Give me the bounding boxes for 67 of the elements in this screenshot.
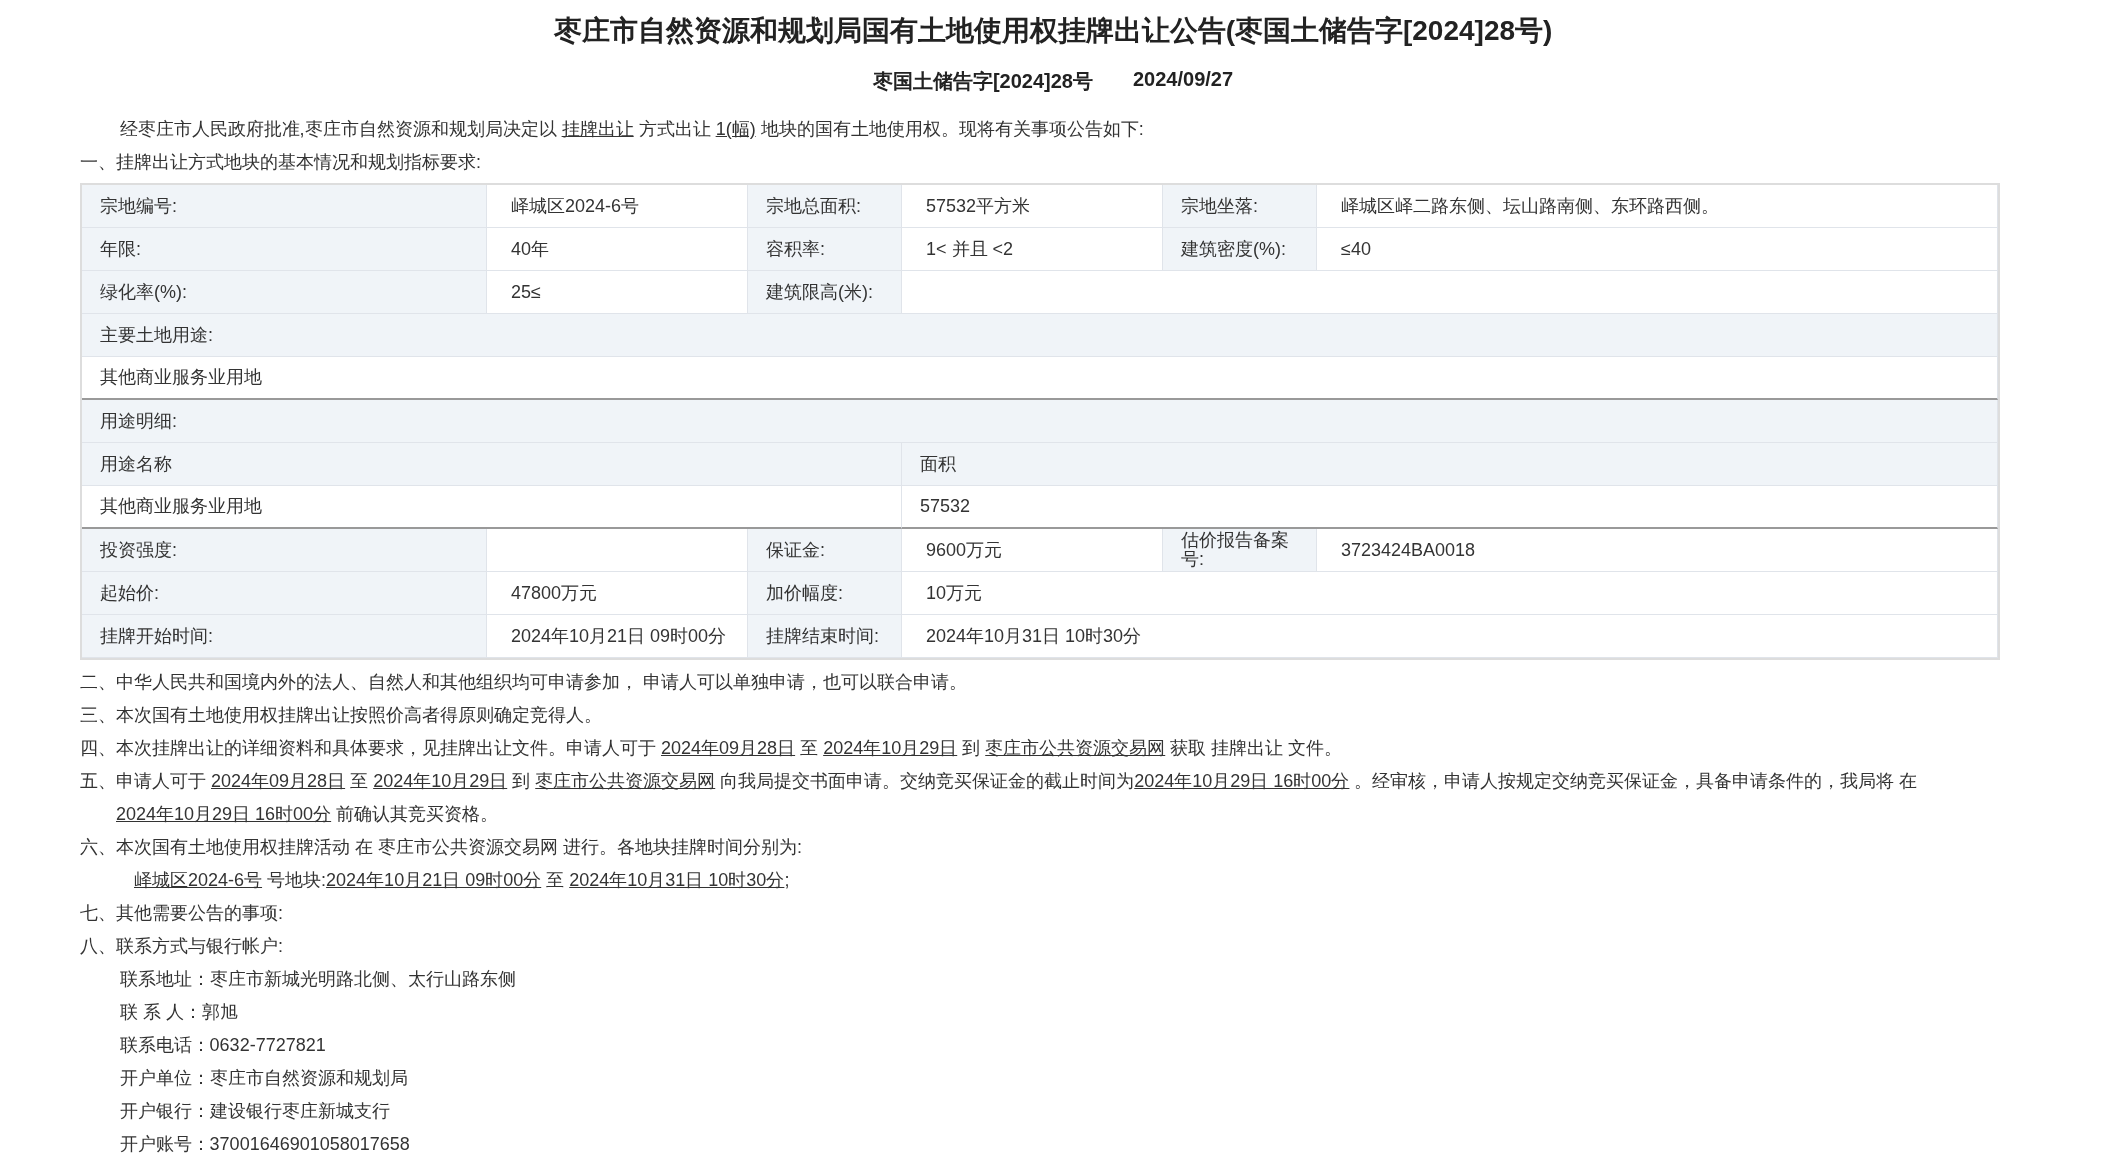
paragraph: 四、本次挂牌出让的详细资料和具体要求，见挂牌出让文件。申请人可于 2024年09月28日 至 2024年10月29日 到 枣庄市公共资源交易网 获取 挂牌出让 文件。 bbox=[80, 737, 1344, 760]
field-value: 3723424BA0018 bbox=[1317, 529, 1998, 572]
link[interactable]: 1(幅) bbox=[715, 119, 756, 139]
paragraph: 开户单位：枣庄市自然资源和规划局 bbox=[118, 1067, 409, 1090]
field-label: 宗地总面积: bbox=[748, 185, 902, 228]
field-label: 建筑密度(%): bbox=[1163, 228, 1317, 271]
field-value: 2024年10月31日 10时30分 bbox=[902, 615, 1998, 658]
link[interactable]: 2024年09月28日 bbox=[211, 771, 346, 791]
paragraph: 经枣庄市人民政府批准,枣庄市自然资源和规划局决定以 挂牌出让 方式出让 1(幅) 地块的国有土地使用权。现将有关事项公告如下: bbox=[118, 118, 1145, 141]
paragraph: 开户账号：37001646901058017658 bbox=[118, 1133, 411, 1156]
link[interactable]: 枣庄市公共资源交易网 bbox=[985, 738, 1166, 758]
field-value: 峄城区2024-6号 bbox=[487, 185, 748, 228]
field-value: 峄城区峄二路东侧、坛山路南侧、东环路西侧。 bbox=[1317, 185, 1998, 228]
link[interactable]: 2024年10月29日 16时00分 bbox=[116, 804, 332, 824]
column-header: 面积 bbox=[902, 443, 1998, 486]
paragraph: 二、中华人民共和国境内外的法人、自然人和其他组织均可申请参加， 申请人可以单独申请，也可以联合申请。 bbox=[80, 671, 968, 694]
table-cell: 57532 bbox=[902, 486, 1998, 529]
field-label: 建筑限高(米): bbox=[748, 271, 902, 314]
paragraph: 六、本次国有土地使用权挂牌活动 在 枣庄市公共资源交易网 进行。各地块挂牌时间分别为: bbox=[80, 836, 803, 859]
field-label: 投资强度: bbox=[82, 529, 487, 572]
field-value: 40年 bbox=[487, 228, 748, 271]
paragraph: 五、申请人可于 2024年09月28日 至 2024年10月29日 到 枣庄市公共资源交易网 向我局提交书面申请。交纳竞买保证金的截止时间为2024年10月29日 16时00分 。经审核，申请人按规定交纳竞买保证金，具备申请条件的，我局将 在 2024年10月29日 16时00分 前确认其竞买资格。 bbox=[80, 770, 1919, 826]
field-label: 绿化率(%): bbox=[82, 271, 487, 314]
table-cell: 其他商业服务业用地 bbox=[82, 486, 902, 529]
field-label: 年限: bbox=[82, 228, 487, 271]
column-header: 用途名称 bbox=[82, 443, 902, 486]
field-label: 保证金: bbox=[748, 529, 902, 572]
paragraph: 联系电话：0632-7727821 bbox=[118, 1034, 327, 1057]
link[interactable]: 2024年10月31日 10时30分 bbox=[569, 870, 785, 890]
link[interactable]: 2024年10月21日 09时00分 bbox=[326, 870, 542, 890]
link[interactable]: 2024年10月29日 bbox=[823, 738, 958, 758]
link[interactable]: 峄城区2024-6号 bbox=[134, 870, 263, 890]
link[interactable]: 2024年09月28日 bbox=[661, 738, 796, 758]
field-label: 估价报告备案号: bbox=[1163, 529, 1317, 572]
field-label: 宗地编号: bbox=[82, 185, 487, 228]
paragraph: 联系地址：枣庄市新城光明路北侧、太行山路东侧 bbox=[118, 968, 517, 991]
paragraph: 峄城区2024-6号 号地块:2024年10月21日 09时00分 至 2024年10月31日 10时30分; bbox=[133, 869, 791, 892]
link[interactable]: 2024年10月29日 bbox=[373, 771, 508, 791]
field-value: 2024年10月21日 09时00分 bbox=[487, 615, 748, 658]
field-value: 1< 并且 <2 bbox=[902, 228, 1163, 271]
link[interactable]: 2024年10月29日 16时00分 bbox=[1134, 771, 1350, 791]
field-value: 25≤ bbox=[487, 271, 748, 314]
field-label: 挂牌开始时间: bbox=[82, 615, 487, 658]
field-label: 起始价: bbox=[82, 572, 487, 615]
section-heading: 一、挂牌出让方式地块的基本情况和规划指标要求: bbox=[80, 151, 482, 174]
field-label: 宗地坐落: bbox=[1163, 185, 1317, 228]
notice-title: 枣庄市自然资源和规划局国有土地使用权挂牌出让公告(枣国土储告字[2024]28号) bbox=[552, 14, 1554, 48]
field-value: ≤40 bbox=[1317, 228, 1998, 271]
field-label: 加价幅度: bbox=[748, 572, 902, 615]
field-value: 57532平方米 bbox=[902, 185, 1163, 228]
paragraph: 七、其他需要公告的事项: bbox=[80, 902, 284, 925]
paragraph: 三、本次国有土地使用权挂牌出让按照价高者得原则确定竞得人。 bbox=[80, 704, 603, 727]
paragraph: 开户银行：建设银行枣庄新城支行 bbox=[118, 1100, 391, 1123]
field-value: 9600万元 bbox=[902, 529, 1163, 572]
section-label: 主要土地用途: bbox=[82, 314, 1998, 357]
field-value: 其他商业服务业用地 bbox=[82, 357, 1998, 400]
field-label: 容积率: bbox=[748, 228, 902, 271]
link[interactable]: 挂牌出让 bbox=[561, 119, 634, 139]
field-value: 10万元 bbox=[902, 572, 1998, 615]
paragraph: 联 系 人：郭旭 bbox=[118, 1001, 239, 1024]
field-value: 47800万元 bbox=[487, 572, 748, 615]
field-label: 挂牌结束时间: bbox=[748, 615, 902, 658]
paragraph: 八、联系方式与银行帐户: bbox=[80, 935, 284, 958]
notice-date: 2024/09/27 bbox=[1132, 68, 1234, 92]
link[interactable]: 枣庄市公共资源交易网 bbox=[535, 771, 716, 791]
notice-number: 枣国土储告字[2024]28号 bbox=[872, 69, 1093, 94]
section-label: 用途明细: bbox=[82, 400, 1998, 443]
